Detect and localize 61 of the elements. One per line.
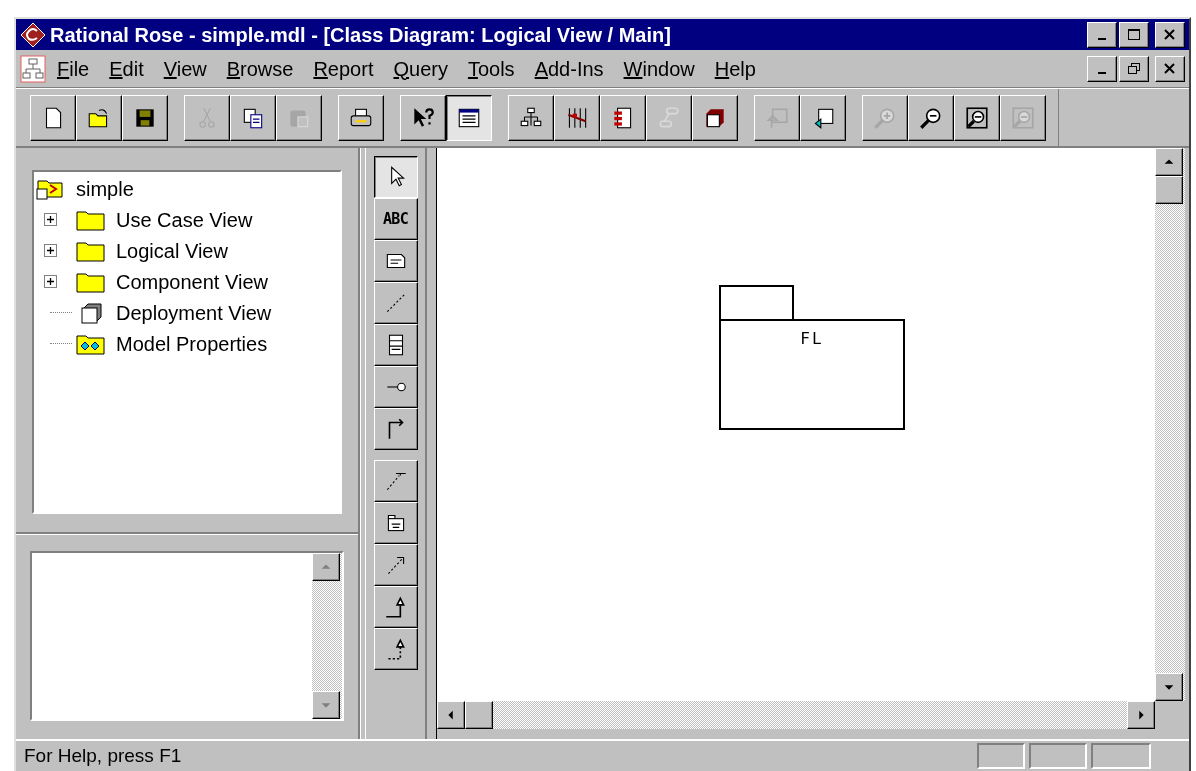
menu-item[interactable]: Window <box>614 53 704 84</box>
maximize-icon <box>1126 26 1142 43</box>
expand-toggle[interactable] <box>44 275 57 288</box>
menu-item[interactable]: Report <box>304 53 383 84</box>
palette-tool-button[interactable]: ABC <box>373 198 418 240</box>
diamond-logo-icon <box>20 21 46 48</box>
hierarchy-icon[interactable] <box>20 54 46 83</box>
status-panel <box>1029 743 1087 769</box>
menu-item[interactable]: View <box>154 53 216 84</box>
plus-icon <box>46 246 55 255</box>
documentation-pane[interactable] <box>30 551 344 721</box>
scroll-thumb[interactable] <box>465 701 493 729</box>
diagram-canvas[interactable]: FL <box>437 148 1155 701</box>
minimize-button[interactable] <box>1087 55 1117 82</box>
scroll-arrow-button[interactable] <box>437 701 465 729</box>
expand-toggle[interactable] <box>44 244 57 257</box>
menu-item[interactable]: Query <box>384 53 457 84</box>
menu-item[interactable]: File <box>48 53 99 84</box>
window-title: Rational Rose - simple.mdl - [Class Diagram: Logical View / Main] <box>50 22 671 48</box>
minimize-icon <box>1098 38 1106 40</box>
tree-item[interactable]: simple <box>76 174 134 204</box>
minimize-button[interactable] <box>1087 21 1117 48</box>
tree-item[interactable]: Model Properties <box>116 328 268 359</box>
folder-icon <box>76 270 106 293</box>
status-panel <box>1091 743 1151 769</box>
restore-icon <box>1126 60 1142 77</box>
scroll-arrow-button[interactable] <box>1155 148 1183 176</box>
menu-item[interactable]: Browse <box>217 53 303 84</box>
scroll-arrow-button[interactable] <box>1127 701 1155 729</box>
palette-tool-button[interactable] <box>373 156 418 198</box>
folder-icon <box>76 239 106 262</box>
maximize-button[interactable] <box>1119 21 1149 48</box>
model-icon <box>36 177 66 201</box>
tree-item[interactable]: Deployment View <box>116 297 272 328</box>
package-shape[interactable]: FL <box>719 319 905 430</box>
scroll-thumb[interactable] <box>1155 176 1183 204</box>
close-button[interactable] <box>1155 55 1185 82</box>
vertical-scrollbar[interactable] <box>1155 148 1185 701</box>
menu-item[interactable]: Add-Ins <box>525 53 613 84</box>
close-button[interactable] <box>1155 21 1185 48</box>
toolbar-button[interactable] <box>446 94 492 141</box>
package-name: FL <box>800 328 824 350</box>
plus-icon <box>46 215 55 224</box>
minimize-icon <box>1098 72 1106 74</box>
plus-icon <box>46 277 55 286</box>
scroll-arrow-button[interactable] <box>312 553 340 581</box>
scroll-arrow-button[interactable] <box>312 691 340 719</box>
restore-button[interactable] <box>1119 55 1149 82</box>
tree-item[interactable]: Logical View <box>116 235 228 266</box>
horizontal-scrollbar[interactable] <box>437 701 1155 729</box>
tree-item[interactable]: Use Case View <box>116 204 253 235</box>
properties-folder-icon <box>76 332 106 355</box>
status-panel <box>977 743 1025 769</box>
expand-toggle[interactable] <box>44 213 57 226</box>
status-text: For Help, press F1 <box>24 743 182 768</box>
menu-item[interactable]: Tools <box>458 53 524 84</box>
tree-item[interactable]: Component View <box>116 266 268 297</box>
scroll-arrow-button[interactable] <box>1155 673 1183 701</box>
menu-item[interactable]: Help <box>705 53 765 84</box>
menu-item[interactable]: Edit <box>100 53 153 84</box>
folder-icon <box>76 208 106 231</box>
